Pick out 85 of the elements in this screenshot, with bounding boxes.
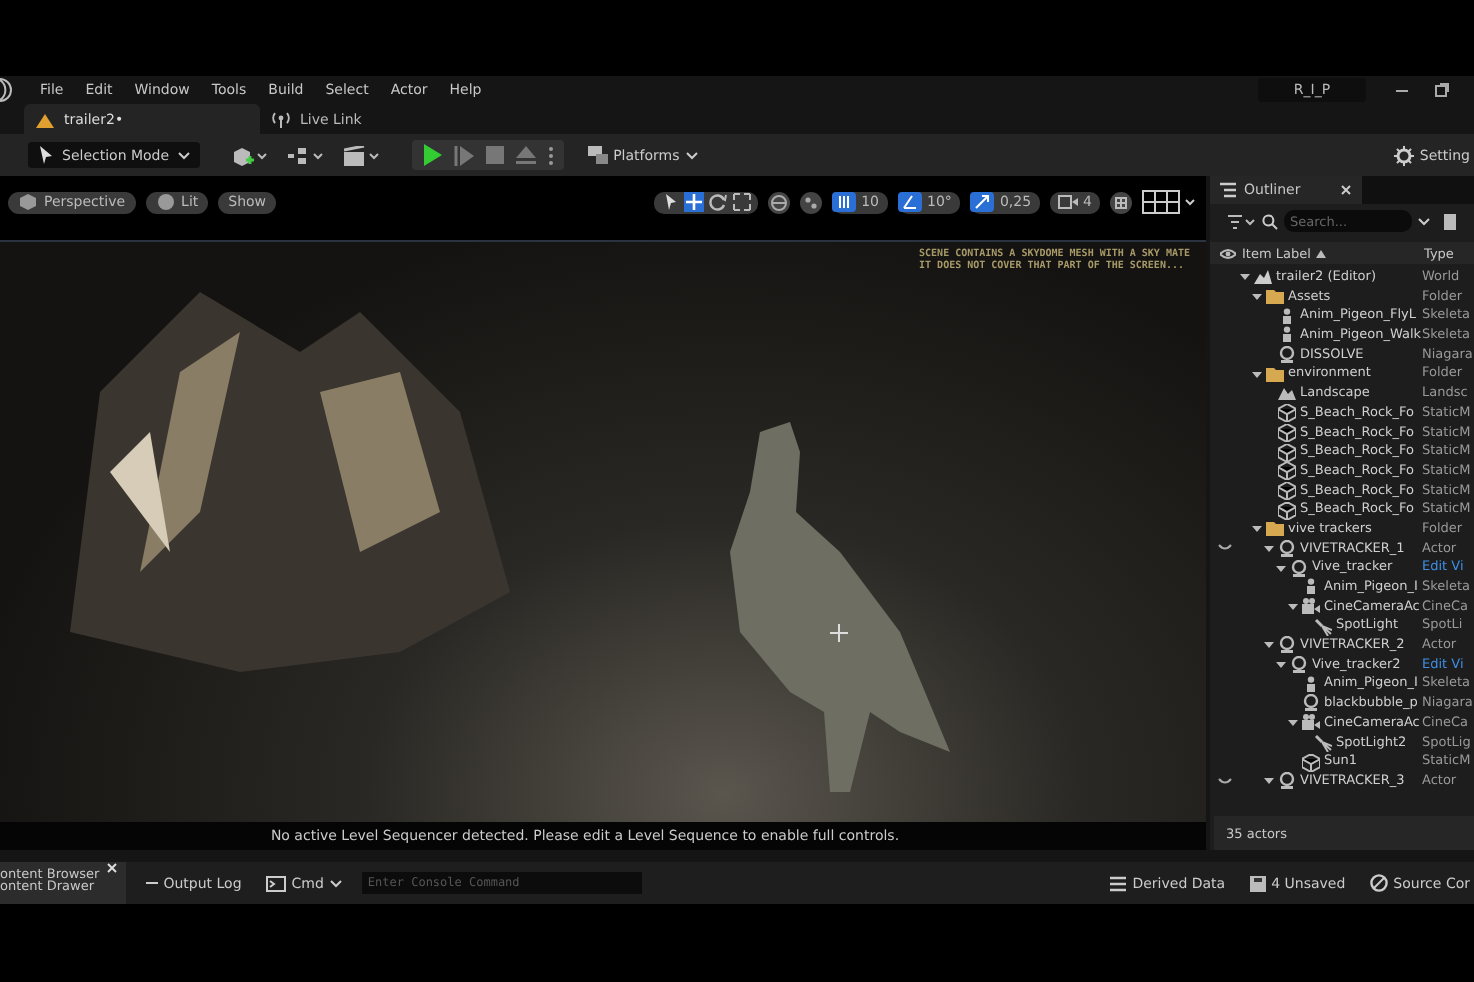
camera-icon — [1057, 194, 1078, 210]
closed-eye-icon[interactable] — [1217, 777, 1231, 786]
move-icon[interactable] — [683, 192, 704, 212]
blocked-icon — [1369, 874, 1388, 892]
actor-icon — [1278, 636, 1296, 655]
chevron-icon — [329, 879, 342, 887]
angle-snap-icon — [897, 192, 922, 212]
rotate-icon[interactable] — [707, 192, 728, 212]
viewport-layout-icon[interactable] — [1110, 191, 1132, 213]
terminal-icon — [265, 875, 286, 891]
logo-icon — [0, 77, 16, 101]
grid-layout-icon[interactable] — [1142, 190, 1198, 214]
expanded-arrow-icon[interactable] — [1275, 660, 1285, 671]
world-icon — [1254, 268, 1272, 287]
sphere-icon — [155, 192, 176, 212]
cursor-icon — [38, 146, 54, 164]
chevron-icon — [177, 151, 190, 159]
crosshair-icon — [830, 624, 848, 642]
list-icon — [1110, 875, 1127, 891]
expanded-arrow-icon[interactable] — [1275, 563, 1285, 574]
play-icon[interactable] — [421, 144, 442, 166]
stop-icon[interactable] — [485, 146, 504, 164]
snap-surface-icon[interactable] — [799, 191, 822, 213]
actor-icon — [1278, 346, 1296, 365]
mountain-icon — [1278, 384, 1296, 403]
step-icon[interactable] — [453, 145, 474, 165]
search-icon — [1262, 213, 1278, 229]
expanded-arrow-icon[interactable] — [1263, 640, 1273, 651]
globe-icon[interactable] — [767, 191, 790, 213]
camera-icon — [1302, 714, 1320, 733]
closed-eye-icon[interactable] — [1217, 544, 1231, 553]
cube-icon — [1278, 423, 1296, 442]
expanded-arrow-icon[interactable] — [1287, 718, 1297, 729]
add-actor-icon[interactable] — [231, 145, 268, 165]
cube-icon — [1278, 462, 1296, 481]
expanded-arrow-icon[interactable] — [1263, 776, 1273, 787]
expanded-arrow-icon[interactable] — [1287, 602, 1297, 613]
platforms-icon — [587, 146, 608, 164]
scale-snap-icon — [969, 192, 994, 212]
eye-icon — [1220, 247, 1236, 259]
camera-icon — [1302, 598, 1320, 617]
cube-icon — [18, 192, 38, 212]
eject-icon[interactable] — [515, 146, 536, 164]
cube-icon — [1278, 404, 1296, 423]
expanded-arrow-icon[interactable] — [1263, 543, 1273, 554]
sort-icon[interactable] — [1316, 249, 1327, 257]
figure-icon — [1302, 578, 1320, 597]
expanded-arrow-icon[interactable] — [1239, 272, 1249, 283]
expanded-arrow-icon[interactable] — [1251, 524, 1261, 535]
more-icon[interactable] — [547, 145, 554, 165]
actor-icon — [1302, 694, 1320, 713]
actor-icon — [1278, 772, 1296, 791]
cube-icon — [1302, 753, 1320, 772]
blueprint-icon[interactable] — [287, 145, 324, 165]
actor-icon — [1278, 539, 1296, 558]
close-icon[interactable] — [105, 862, 118, 874]
settings-icon — [1393, 145, 1414, 165]
spotlight-icon — [1314, 617, 1332, 636]
figure-icon — [1302, 675, 1320, 694]
folder-icon — [1266, 520, 1284, 539]
folder-icon — [1266, 288, 1284, 307]
cube-icon — [1278, 443, 1296, 462]
antenna-icon — [272, 111, 290, 127]
spotlight-icon — [1314, 733, 1332, 752]
filter-icon[interactable] — [1228, 213, 1256, 229]
save-icon — [1249, 875, 1266, 891]
outliner-icon — [1220, 182, 1236, 198]
scale-icon[interactable] — [731, 192, 752, 212]
expanded-arrow-icon[interactable] — [1251, 292, 1261, 303]
figure-icon — [1278, 326, 1296, 345]
folder-add-icon[interactable] — [1444, 213, 1456, 229]
level-icon — [36, 111, 54, 127]
grid-snap-icon — [831, 192, 856, 212]
clapperboard-icon[interactable] — [343, 145, 380, 165]
figure-icon — [1278, 307, 1296, 326]
chevron-icon — [685, 151, 698, 159]
restore-icon[interactable] — [1434, 81, 1450, 97]
cube-icon — [1278, 481, 1296, 500]
chevron-icon — [1418, 217, 1430, 225]
folder-icon — [1266, 365, 1284, 384]
cube-icon — [1278, 501, 1296, 520]
close-icon[interactable] — [1340, 184, 1352, 196]
expanded-arrow-icon[interactable] — [1251, 369, 1261, 380]
actor-icon — [1290, 559, 1308, 578]
actor-icon — [1290, 656, 1308, 675]
